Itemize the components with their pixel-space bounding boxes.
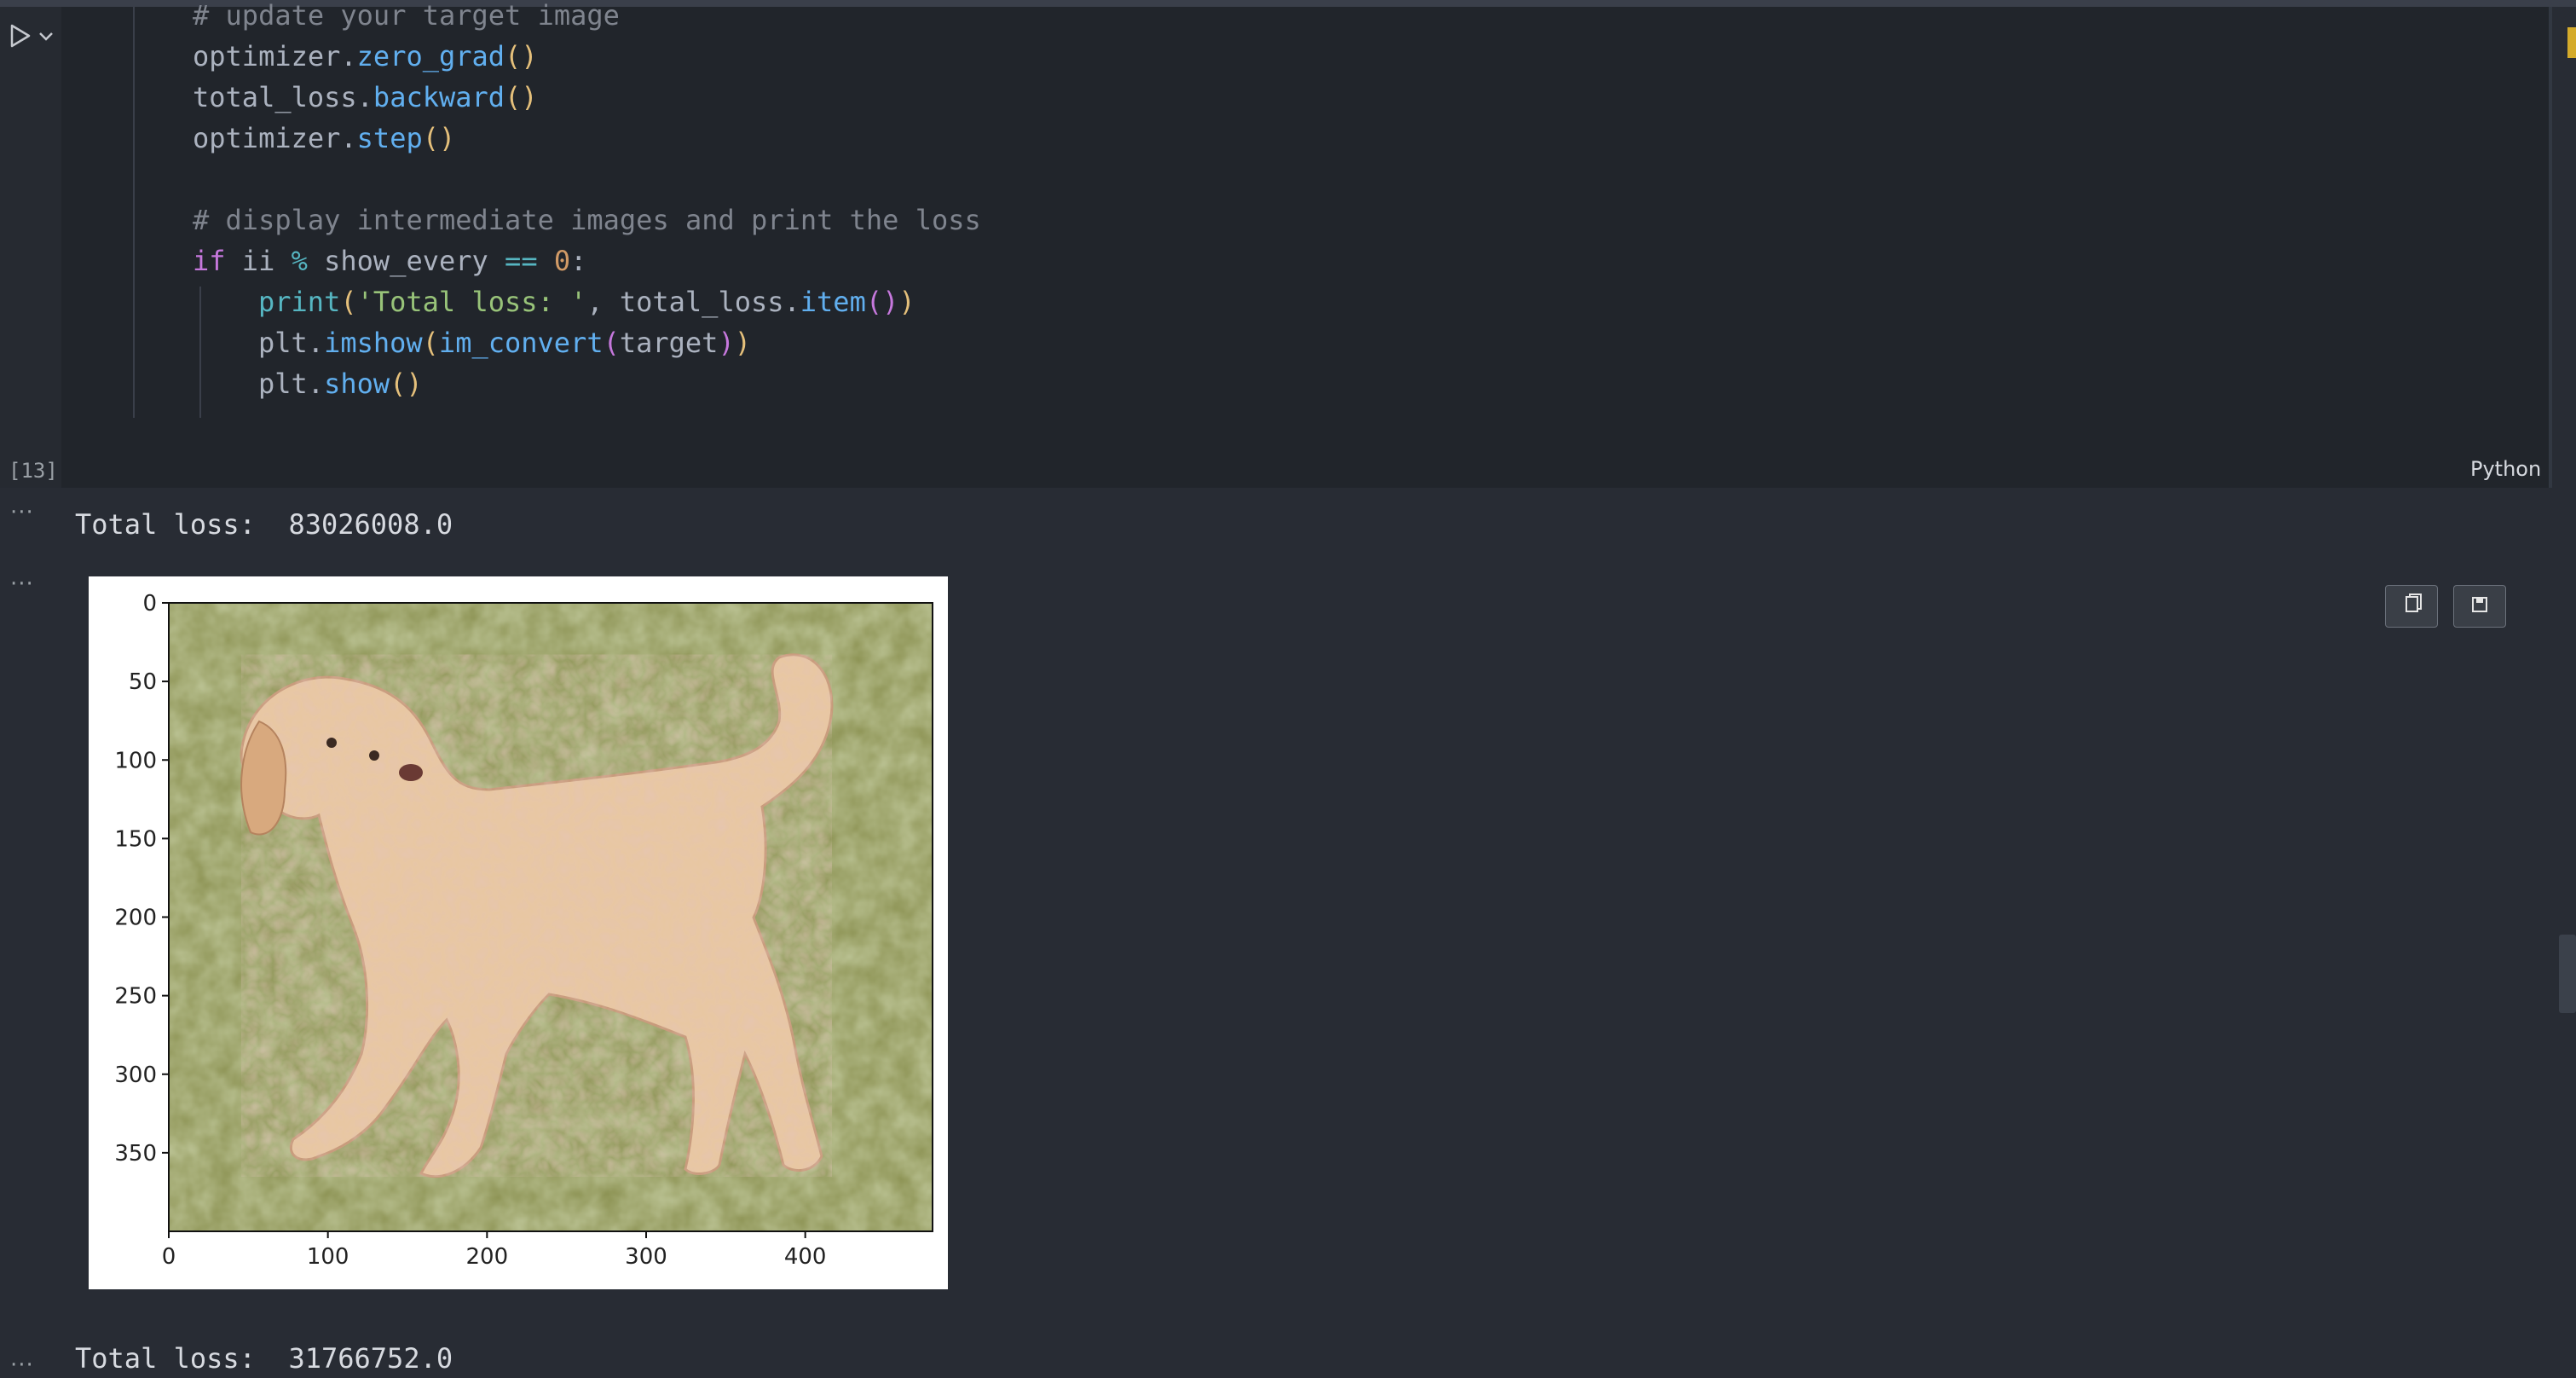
- cell-gutter: [0, 0, 61, 488]
- y-tick-label: 0: [142, 591, 157, 617]
- execution-count: [13]: [9, 459, 58, 483]
- code-token: show: [324, 368, 390, 400]
- code-token: ==: [505, 245, 538, 277]
- code-line[interactable]: optimizer.step(): [193, 118, 455, 159]
- x-tick-label: 0: [162, 1244, 176, 1270]
- code-token: # display intermediate images and print …: [193, 204, 981, 236]
- save-image-button[interactable]: [2453, 585, 2506, 628]
- y-tick-label: 100: [114, 748, 157, 773]
- code-token: show_every: [307, 245, 505, 277]
- x-tick-label: 400: [784, 1244, 827, 1270]
- language-label[interactable]: Python: [2470, 457, 2541, 481]
- y-tick-label: 300: [114, 1062, 157, 1088]
- code-token: # update your target image: [193, 0, 620, 32]
- output-image-plot: 0 100 200 300 400 0 50 100 150 200 250 300 350: [89, 576, 948, 1289]
- code-token: if: [193, 245, 226, 277]
- code-token: 0: [553, 245, 571, 277]
- output-text-loss: Total loss: 83026008.0: [75, 508, 453, 541]
- copy-image-button[interactable]: [2385, 585, 2438, 628]
- save-icon: [2472, 597, 2487, 612]
- indent-guide: [133, 0, 135, 418]
- code-token: (: [603, 327, 620, 359]
- code-token: im_convert: [438, 327, 604, 359]
- code-token: (): [505, 40, 538, 72]
- code-token: (): [505, 81, 538, 113]
- cell-border: [2549, 0, 2552, 488]
- copy-icon: [2406, 593, 2422, 612]
- code-token: plt.: [258, 368, 325, 400]
- play-icon[interactable]: [7, 22, 34, 49]
- y-tick-label: 250: [114, 984, 157, 1010]
- code-line[interactable]: if ii % show_every == 0:: [193, 240, 586, 281]
- code-token: (): [865, 286, 899, 318]
- code-token: %: [291, 245, 308, 277]
- code-token: optimizer.: [193, 122, 357, 154]
- code-line[interactable]: plt.show(): [258, 363, 423, 404]
- code-token: ): [898, 286, 915, 318]
- y-tick-label: 350: [114, 1141, 157, 1167]
- code-token: :: [570, 245, 587, 277]
- code-token: (): [422, 122, 456, 154]
- code-token: , total_loss.: [586, 286, 800, 318]
- y-tick-label: 50: [129, 669, 157, 695]
- code-token: item: [800, 286, 866, 318]
- output-text-loss: Total loss: 31766752.0: [75, 1342, 453, 1375]
- code-token: total_loss.: [193, 81, 373, 113]
- code-token: ): [718, 327, 735, 359]
- code-line[interactable]: total_loss.backward(): [193, 77, 538, 118]
- code-token: 'Total loss: ': [356, 286, 587, 318]
- code-token: (: [340, 286, 357, 318]
- code-line[interactable]: # display intermediate images and print …: [193, 200, 981, 240]
- code-token: plt.: [258, 327, 325, 359]
- chevron-down-icon[interactable]: [36, 26, 56, 46]
- code-token: step: [356, 122, 423, 154]
- overview-ruler-marker: [2567, 27, 2576, 58]
- y-tick-label: 200: [114, 906, 157, 931]
- output-more-button[interactable]: ···: [10, 1352, 34, 1378]
- y-tick-label: 150: [114, 826, 157, 852]
- code-token: target: [619, 327, 719, 359]
- x-tick-label: 200: [466, 1244, 509, 1270]
- code-token: ): [734, 327, 751, 359]
- code-line[interactable]: plt.imshow(im_convert(target)): [258, 322, 751, 363]
- code-token: ii: [225, 245, 292, 277]
- code-token: imshow: [324, 327, 423, 359]
- scrollbar-thumb[interactable]: [2559, 935, 2576, 1013]
- indent-guide: [199, 287, 201, 418]
- output-more-button[interactable]: ···: [10, 571, 34, 597]
- x-tick-label: 100: [307, 1244, 349, 1270]
- code-line[interactable]: optimizer.zero_grad(): [193, 36, 538, 77]
- dog-image: [168, 602, 933, 1232]
- code-line[interactable]: # update your target image: [193, 0, 620, 36]
- code-token: (: [422, 327, 439, 359]
- x-tick-label: 300: [625, 1244, 667, 1270]
- code-line[interactable]: print('Total loss: ', total_loss.item()): [258, 281, 915, 322]
- code-token: optimizer.: [193, 40, 357, 72]
- output-more-button[interactable]: ···: [10, 500, 34, 525]
- code-token: print: [258, 286, 341, 318]
- code-token: (): [390, 368, 423, 400]
- code-token: zero_grad: [356, 40, 505, 72]
- code-token: backward: [373, 81, 505, 113]
